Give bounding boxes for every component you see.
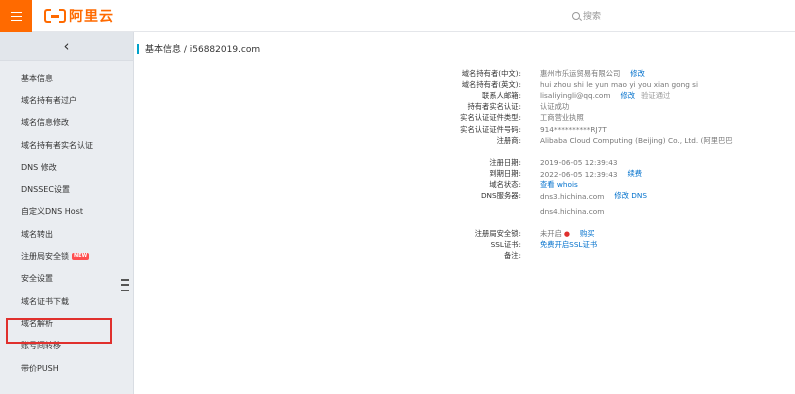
info-row-holder-en: 域名持有者(英文): hui zhou shi le yun mao yi yo… xyxy=(461,79,698,90)
sidebar-item-holder-transfer[interactable]: 域名持有者过户 xyxy=(0,89,133,111)
info-row-registry-lock: 注册局安全锁: 未开启 ● 购买 xyxy=(474,228,595,239)
info-row-reg-date: 注册日期: 2019-06-05 12:39:43 xyxy=(489,157,618,168)
info-row-registrar: 注册商: Alibaba Cloud Computing (Beijing) C… xyxy=(496,135,733,145)
edit-email-link[interactable]: 修改 xyxy=(621,91,636,101)
menu-button[interactable] xyxy=(0,0,32,32)
info-row-remark: 备注: xyxy=(503,251,521,261)
top-bar: 阿里云 搜索 xyxy=(0,0,795,32)
sidebar-item-custom-dns-host[interactable]: 自定义DNS Host xyxy=(0,201,133,223)
highlight-annotation-box xyxy=(6,318,112,344)
search-icon xyxy=(572,11,580,20)
free-ssl-link[interactable]: 免费开启SSL证书 xyxy=(540,240,597,250)
new-badge: NEW xyxy=(72,253,90,261)
sidebar-item-realname-verify[interactable]: 域名持有者实名认证 xyxy=(0,134,133,156)
sidebar-item-certificate-download[interactable]: 域名证书下载 xyxy=(0,290,133,312)
sidebar-item-dns-edit[interactable]: DNS 修改 xyxy=(0,156,133,178)
sidebar: ‹ 基本信息 域名持有者过户 域名信息修改 域名持有者实名认证 DNS 修改 D… xyxy=(0,32,134,394)
info-row-cert-number: 实名认证证件号码: 914**********RJ7T xyxy=(460,124,607,135)
info-row-status: 域名状态: 查看 whois xyxy=(489,180,578,190)
aliyun-logo-icon xyxy=(44,9,66,23)
sidebar-item-registry-lock[interactable]: 注册局安全锁 NEW xyxy=(0,245,133,267)
status-warning-icon: ● xyxy=(563,229,570,238)
info-row-expire-date: 到期日期: 2022-06-05 12:39:43 续费 xyxy=(489,169,643,179)
back-button[interactable]: ‹ xyxy=(0,32,133,61)
breadcrumb-text: 基本信息 / i56882019.com xyxy=(145,45,261,55)
renew-link[interactable]: 续费 xyxy=(628,169,643,179)
sidebar-item-price-push[interactable]: 带价PUSH xyxy=(0,357,133,379)
edit-dns-link[interactable]: 修改 DNS xyxy=(614,191,647,201)
info-row-ssl: SSL证书: 免费开启SSL证书 xyxy=(490,240,598,250)
sidebar-item-domain-transfer-out[interactable]: 域名转出 xyxy=(0,223,133,245)
whois-link[interactable]: 查看 whois xyxy=(540,180,578,190)
edit-holder-link[interactable]: 修改 xyxy=(630,69,645,79)
sidebar-item-security-settings[interactable]: 安全设置 xyxy=(0,268,133,290)
breadcrumb: 基本信息 / i56882019.com xyxy=(137,42,260,55)
info-row-dns-server-2: dns4.hichina.com xyxy=(540,207,605,217)
info-row-dns-server: DNS服务器: dns3.hichina.com 修改 DNS xyxy=(480,191,647,201)
sidebar-item-basic-info[interactable]: 基本信息 xyxy=(0,67,133,89)
hamburger-icon xyxy=(10,11,22,21)
sidebar-collapse-icon[interactable] xyxy=(121,279,131,291)
chevron-left-icon: ‹ xyxy=(63,36,70,55)
info-row-cert-type: 实名认证证件类型: 工商营业执照 xyxy=(460,113,584,123)
sidebar-item-info-edit[interactable]: 域名信息修改 xyxy=(0,112,133,134)
breadcrumb-accent-bar xyxy=(137,43,139,54)
aliyun-logo[interactable]: 阿里云 xyxy=(44,7,114,25)
info-row-holder-cn: 域名持有者(中文): 惠州市乐运贸易有限公司 修改 xyxy=(461,68,645,79)
domain-info-panel: 域名持有者(中文): 惠州市乐运贸易有限公司 修改 域名持有者(英文): hui… xyxy=(330,68,795,262)
sidebar-item-dnssec[interactable]: DNSSEC设置 xyxy=(0,178,133,200)
info-row-realname: 持有者实名认证: 认证成功 xyxy=(467,102,570,112)
info-row-email: 联系人邮箱: lisaliyingli@qq.com 修改 验证通过 xyxy=(482,90,671,101)
logo-text: 阿里云 xyxy=(69,9,114,25)
email-verified-status: 验证通过 xyxy=(641,90,671,100)
buy-lock-link[interactable]: 购买 xyxy=(580,229,595,239)
search-box[interactable]: 搜索 xyxy=(572,9,601,22)
search-placeholder: 搜索 xyxy=(583,12,602,22)
